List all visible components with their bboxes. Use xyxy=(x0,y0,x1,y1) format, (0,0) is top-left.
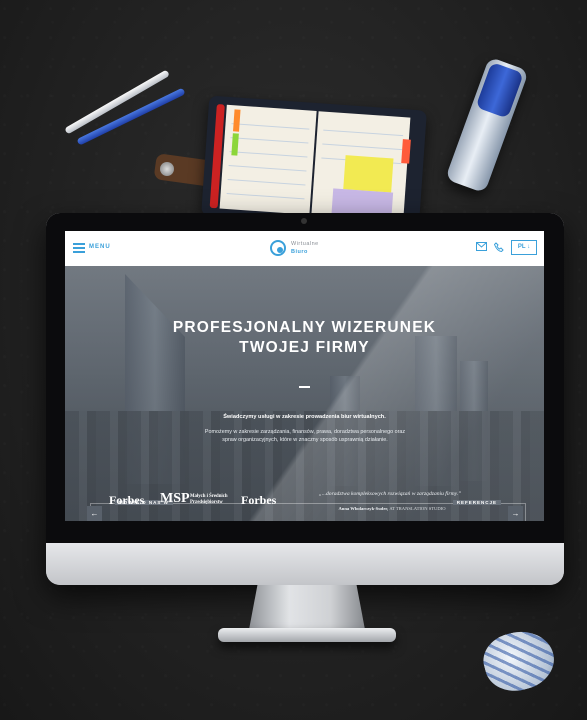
organizer-notebook xyxy=(201,95,427,231)
reference-author: Anna Włodarczyk-Suder, AT TRANSLATION ST… xyxy=(297,506,487,511)
reference-company: AT TRANSLATION STUDIO xyxy=(389,506,446,511)
references-label: REFERENCJE xyxy=(452,500,501,505)
yellow-sticky-note xyxy=(343,155,394,193)
hero-lead: Świadczymy usługi w zakresie prowadzenia… xyxy=(223,414,386,420)
hero-title-line2: TWOJEJ FIRMY xyxy=(239,339,370,356)
website-screen: MENU Wirtualne Biuro PL ↓ PROFESJONALNY … xyxy=(65,231,544,521)
arrow-left-icon[interactable]: ← xyxy=(87,506,102,521)
menu-label[interactable]: MENU xyxy=(89,244,111,250)
msp-logo: MSP xyxy=(160,491,190,506)
forbes-logo-2: Forbes xyxy=(241,493,277,507)
menu-icon[interactable] xyxy=(73,243,85,253)
notebook-snap xyxy=(160,162,174,176)
arrow-down-icon: ↓ xyxy=(527,244,531,250)
hero-body-line1: Pomożemy w zakresie zarządzania, finansó… xyxy=(204,429,406,435)
camera-dot xyxy=(301,218,307,224)
forbes-logo: Forbes xyxy=(109,493,145,507)
top-navbar: MENU Wirtualne Biuro PL ↓ xyxy=(65,231,544,266)
logo-line1: Wirtualne xyxy=(291,241,319,247)
msp-subtitle: Małych i Średnich Przedsiębiorstw xyxy=(190,494,228,505)
hero-title-line1: PROFESJONALNY WIZERUNEK xyxy=(172,319,437,336)
monitor-chin xyxy=(46,543,564,585)
title-divider xyxy=(299,386,310,388)
monitor-foot xyxy=(218,628,396,642)
hero-body-line2: spraw organizacyjnych, które w znaczny s… xyxy=(222,437,388,443)
arrow-right-icon[interactable]: → xyxy=(508,506,523,521)
reference-author-name: Anna Włodarczyk-Suder, xyxy=(338,506,389,511)
logo-line2: Biuro xyxy=(291,249,308,255)
logo-circle-icon xyxy=(270,240,286,256)
phone-icon[interactable] xyxy=(493,242,505,254)
site-logo[interactable]: Wirtualne Biuro xyxy=(270,239,340,259)
language-label: PL xyxy=(517,244,526,250)
reference-quote: „...doradztwa kompleksowych rozwiązań w … xyxy=(318,491,462,497)
language-switch[interactable]: PL ↓ xyxy=(511,240,537,255)
hero-section: PROFESJONALNY WIZERUNEK TWOJEJ FIRMY Świ… xyxy=(65,266,544,521)
mail-icon[interactable] xyxy=(475,242,487,254)
